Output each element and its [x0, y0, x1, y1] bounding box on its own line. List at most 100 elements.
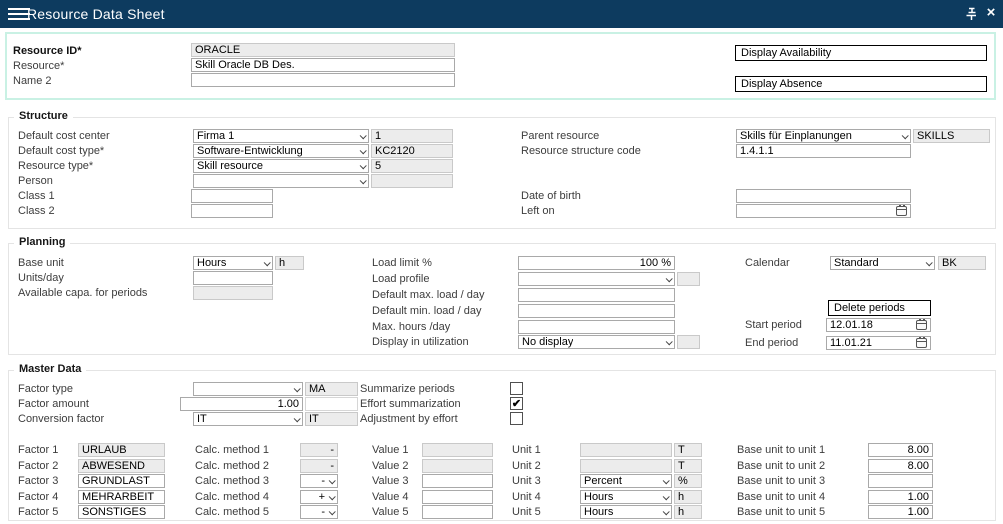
resource-id-field: ORACLE — [191, 43, 455, 57]
base-unit5-label: Base unit to unit 5 — [737, 506, 825, 519]
effort-summarization-checkbox[interactable] — [510, 397, 523, 410]
resource-name-field[interactable]: Skill Oracle DB Des. — [191, 58, 455, 72]
calc-method3-select[interactable]: - — [300, 474, 338, 488]
default-cost-center-code-field: 1 — [371, 129, 453, 143]
calendar-icon[interactable] — [896, 206, 907, 216]
name2-label: Name 2 — [13, 75, 52, 88]
base-unit4-field[interactable]: 1.00 — [868, 490, 933, 504]
calc-method2-field: - — [300, 459, 338, 473]
load-limit-label: Load limit % — [372, 257, 432, 270]
base-unit3-field[interactable] — [868, 474, 933, 488]
conversion-factor-label: Conversion factor — [18, 413, 104, 426]
base-unit1-field[interactable]: 8.00 — [868, 443, 933, 457]
structure-code-field[interactable]: 1.4.1.1 — [736, 144, 911, 158]
close-icon[interactable]: × — [983, 4, 999, 22]
base-unit2-field[interactable]: 8.00 — [868, 459, 933, 473]
default-cost-type-select[interactable]: Software-Entwicklung — [193, 144, 369, 158]
calendar-label: Calendar — [745, 257, 790, 270]
max-load-field[interactable] — [518, 288, 675, 302]
load-profile-code-field — [677, 272, 700, 286]
calc-method1-field: - — [300, 443, 338, 457]
calc-method1-label: Calc. method 1 — [195, 444, 269, 457]
base-unit5-field[interactable]: 1.00 — [868, 505, 933, 519]
conversion-factor-select[interactable]: IT — [193, 412, 303, 426]
calc-method3-label: Calc. method 3 — [195, 475, 269, 488]
factor-type-select[interactable] — [193, 382, 303, 396]
window-title: Resource Data Sheet — [27, 6, 165, 22]
factor2-field: ABWESEND — [78, 459, 165, 473]
delete-periods-button[interactable]: Delete periods — [828, 300, 931, 316]
calc-method4-select[interactable]: + — [300, 490, 338, 504]
class1-field[interactable] — [191, 189, 273, 203]
factor3-field[interactable]: GRUNDLAST — [78, 474, 165, 488]
max-hours-field[interactable] — [518, 320, 675, 334]
calc-method5-select[interactable]: - — [300, 505, 338, 519]
calendar-select[interactable]: Standard — [830, 256, 935, 270]
parent-resource-label: Parent resource — [521, 130, 599, 143]
chevron-down-icon — [663, 477, 670, 484]
pin-icon[interactable] — [963, 6, 979, 22]
base-unit-select[interactable]: Hours — [193, 256, 273, 270]
value3-field[interactable] — [422, 474, 493, 488]
display-availability-button[interactable]: Display Availability — [735, 45, 987, 61]
person-select[interactable] — [193, 174, 369, 188]
load-limit-field[interactable]: 100 % — [518, 256, 675, 270]
adjustment-by-effort-checkbox[interactable] — [510, 412, 523, 425]
calendar-icon[interactable] — [916, 320, 927, 330]
display-absence-button[interactable]: Display Absence — [735, 76, 987, 92]
start-period-field[interactable]: 12.01.18 — [826, 318, 931, 332]
factor-amount-field[interactable]: 1.00 — [180, 397, 303, 411]
factor5-field[interactable]: SONSTIGES — [78, 505, 165, 519]
display-util-select[interactable]: No display — [518, 335, 675, 349]
factor-amount-unit-field[interactable] — [305, 397, 358, 411]
unit3-code-field: % — [674, 474, 702, 488]
display-util-label: Display in utilization — [372, 336, 469, 349]
base-unit-label: Base unit — [18, 257, 64, 270]
load-profile-select[interactable] — [518, 272, 675, 286]
chevron-down-icon — [360, 147, 367, 154]
parent-resource-code-field: SKILLS — [913, 129, 990, 143]
min-load-label: Default min. load / day — [372, 305, 481, 318]
resource-label: Resource* — [13, 60, 64, 73]
left-on-field[interactable] — [736, 204, 911, 218]
value4-field[interactable] — [422, 490, 493, 504]
chevron-down-icon — [329, 493, 336, 500]
person-label: Person — [18, 175, 53, 188]
class2-field[interactable] — [191, 204, 273, 218]
summarize-periods-checkbox[interactable] — [510, 382, 523, 395]
class2-label: Class 2 — [18, 205, 55, 218]
factor1-label: Factor 1 — [18, 444, 58, 457]
end-period-field[interactable]: 11.01.21 — [826, 336, 931, 350]
units-day-field[interactable] — [193, 271, 273, 285]
chevron-down-icon — [294, 415, 301, 422]
unit4-select[interactable]: Hours — [580, 490, 672, 504]
calc-method4-label: Calc. method 4 — [195, 491, 269, 504]
chevron-down-icon — [329, 477, 336, 484]
factor-amount-label: Factor amount — [18, 398, 89, 411]
unit5-select[interactable]: Hours — [580, 505, 672, 519]
default-cost-type-label: Default cost type* — [18, 145, 104, 158]
chevron-down-icon — [329, 508, 336, 515]
min-load-field[interactable] — [518, 304, 675, 318]
calendar-icon[interactable] — [916, 338, 927, 348]
name2-field[interactable] — [191, 73, 455, 87]
factor4-field[interactable]: MEHRARBEIT — [78, 490, 165, 504]
chevron-down-icon — [360, 162, 367, 169]
base-unit2-label: Base unit to unit 2 — [737, 460, 825, 473]
adjustment-by-effort-label: Adjustment by effort — [360, 413, 458, 426]
display-util-code-field — [677, 335, 700, 349]
base-unit1-label: Base unit to unit 1 — [737, 444, 825, 457]
date-of-birth-field[interactable] — [736, 189, 911, 203]
chevron-down-icon — [663, 493, 670, 500]
resource-type-select[interactable]: Skill resource — [193, 159, 369, 173]
structure-code-label: Resource structure code — [521, 145, 641, 158]
default-cost-center-select[interactable]: Firma 1 — [193, 129, 369, 143]
value5-field[interactable] — [422, 505, 493, 519]
unit3-select[interactable]: Percent — [580, 474, 672, 488]
chevron-down-icon — [902, 132, 909, 139]
left-on-label: Left on — [521, 205, 555, 218]
calc-method5-label: Calc. method 5 — [195, 506, 269, 519]
conversion-factor-code-field: IT — [305, 412, 358, 426]
parent-resource-select[interactable]: Skills für Einplanungen — [736, 129, 911, 143]
resource-type-code-field: 5 — [371, 159, 453, 173]
